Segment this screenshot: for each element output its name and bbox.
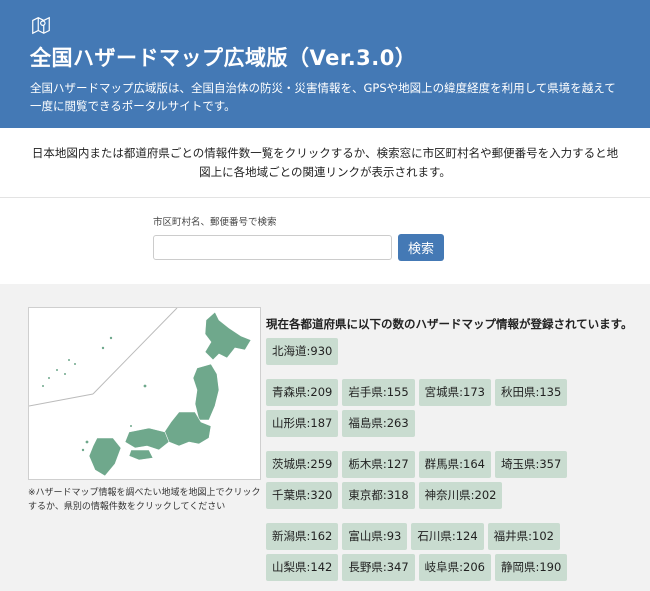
prefecture-count-chip[interactable]: 富山県:93: [342, 523, 408, 550]
prefecture-count-chip[interactable]: 福井県:102: [487, 523, 560, 550]
shikoku-shape[interactable]: [128, 449, 154, 461]
kyushu-shape[interactable]: [88, 437, 122, 477]
prefecture-count-chip[interactable]: 神奈川県:202: [418, 482, 503, 509]
prefecture-count-chip[interactable]: 福島県:263: [342, 410, 415, 437]
search-row: 検索: [153, 234, 650, 261]
intro-text: 日本地図内または都道府県ごとの情報件数一覧をクリックするか、検索窓に市区町村名や…: [31, 146, 619, 179]
search-section: 市区町村名、郵便番号で検索 検索: [0, 198, 650, 284]
region-group: 北海道:930: [266, 338, 636, 369]
prefecture-count-chip[interactable]: 長野県:347: [342, 554, 415, 581]
kinki-chugoku-shape[interactable]: [124, 427, 170, 451]
prefecture-count-chip[interactable]: 北海道:930: [266, 338, 339, 365]
map-icon: [32, 16, 50, 35]
prefecture-count-chip[interactable]: 千葉県:320: [266, 482, 339, 509]
prefecture-count-chip[interactable]: 岩手県:155: [342, 379, 415, 406]
intro-section: 日本地図内または都道府県ごとの情報件数一覧をクリックするか、検索窓に市区町村名や…: [0, 128, 650, 198]
prefecture-count-chip[interactable]: 埼玉県:357: [494, 451, 568, 478]
site-description: 全国ハザードマップ広域版は、全国自治体の防災・災害情報を、GPSや地図上の緯度経…: [30, 81, 616, 113]
tohoku-shape[interactable]: [192, 363, 220, 421]
region-list: 北海道:930 青森県:209 岩手県:155 宮城県:173 秋田県:135 山形県:1…: [266, 338, 636, 585]
prefecture-count-chip[interactable]: 秋田県:135: [494, 379, 568, 406]
prefecture-count-chip[interactable]: 宮城県:173: [418, 379, 491, 406]
prefecture-count-chip[interactable]: 新潟県:162: [266, 523, 339, 550]
prefecture-count-chip[interactable]: 東京都:318: [342, 482, 415, 509]
hokkaido-shape[interactable]: [204, 311, 252, 361]
prefecture-count-chip[interactable]: 山形県:187: [266, 410, 339, 437]
site-header: 全国ハザードマップ広域版（Ver.3.0） 全国ハザードマップ広域版は、全国自治…: [0, 0, 650, 128]
counts-heading: 現在各都道府県に以下の数のハザードマップ情報が登録されています。: [266, 317, 633, 331]
region-group: 茨城県:259 栃木県:127 群馬県:164 埼玉県:357 千葉県:320 東京都:3…: [266, 451, 636, 513]
prefecture-count-chip[interactable]: 岐阜県:206: [418, 554, 491, 581]
region-group: 青森県:209 岩手県:155 宮城県:173 秋田県:135 山形県:187 福島県:2…: [266, 379, 636, 441]
search-input[interactable]: [153, 235, 392, 260]
prefecture-count-chip[interactable]: 山梨県:142: [266, 554, 339, 581]
region-group: 新潟県:162 富山県:93 石川県:124 福井県:102 山梨県:142 長野県:34…: [266, 523, 636, 585]
japan-map-graphic[interactable]: [29, 308, 261, 480]
main-section: ※ハザードマップ情報を調べたい地域を地図上でクリックするか、県別の情報件数をクリ…: [0, 284, 650, 591]
page-title: 全国ハザードマップ広域版（Ver.3.0）: [30, 46, 417, 70]
prefecture-count-chip[interactable]: 群馬県:164: [418, 451, 491, 478]
japan-map[interactable]: [28, 307, 261, 480]
prefecture-count-chip[interactable]: 静岡県:190: [494, 554, 568, 581]
search-button[interactable]: 検索: [398, 234, 444, 261]
prefecture-count-chip[interactable]: 石川県:124: [411, 523, 484, 550]
map-instruction: ※ハザードマップ情報を調べたい地域を地図上でクリックするか、県別の情報件数をクリ…: [28, 488, 261, 512]
prefecture-count-chip[interactable]: 茨城県:259: [266, 451, 339, 478]
prefecture-count-chip[interactable]: 青森県:209: [266, 379, 339, 406]
search-label: 市区町村名、郵便番号で検索: [153, 217, 277, 228]
prefecture-counts: 現在各都道府県に以下の数のハザードマップ情報が登録されています。 北海道:930…: [266, 316, 636, 585]
prefecture-count-chip[interactable]: 栃木県:127: [342, 451, 415, 478]
